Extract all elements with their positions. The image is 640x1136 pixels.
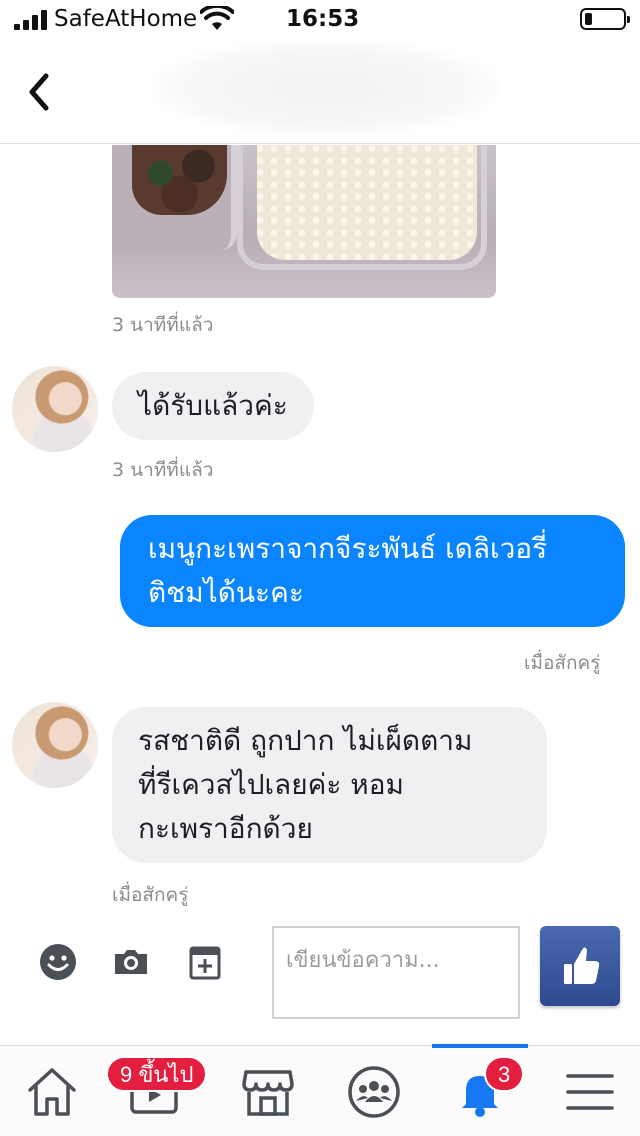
outgoing-message-bubble[interactable]: เมนูกะเพราจากจีระพันธ์ เดลิเวอรี่ ติชมได… (120, 515, 625, 627)
food-photo-message[interactable] (112, 145, 496, 298)
battery-icon (580, 8, 630, 30)
bottom-tab-bar: 9 ขึ้นไป 3 (0, 1044, 640, 1136)
notifications-badge: 3 (484, 1056, 525, 1092)
basil-stir-fry-image (132, 145, 227, 215)
incoming-message-bubble[interactable]: ได้รับแล้วค่ะ (112, 372, 314, 440)
like-button[interactable] (540, 926, 620, 1006)
conversation-thread[interactable]: 3 นาทีที่แล้ว ได้รับแล้วค่ะ 3 นาทีที่แล้… (0, 145, 640, 920)
carrier-name: SafeAtHome (54, 6, 198, 32)
tab-home[interactable] (24, 1064, 80, 1120)
camera-button[interactable] (111, 942, 151, 982)
shop-icon (242, 1070, 294, 1116)
status-time: 16:53 (286, 6, 360, 32)
message-input[interactable]: เขียนข้อความ... (272, 926, 520, 1019)
tab-groups[interactable] (346, 1064, 402, 1120)
watch-badge: 9 ขึ้นไป (106, 1056, 208, 1092)
message-timestamp: เมื่อสักครู่ (112, 884, 189, 906)
message-timestamp: เมื่อสักครู่ (524, 652, 601, 674)
active-tab-indicator (432, 1044, 528, 1048)
camera-icon (115, 950, 147, 974)
wifi-icon (200, 6, 234, 30)
message-timestamp: 3 นาทีที่แล้ว (112, 459, 214, 481)
incoming-message-bubble[interactable]: รสชาติดี ถูกปาก ไม่เผ็ดตาม ที่รีเควสไปเล… (112, 707, 547, 863)
add-media-button[interactable] (185, 942, 225, 982)
rice-image (257, 145, 477, 260)
status-bar: SafeAtHome 16:53 (0, 0, 640, 40)
conversation-header (0, 40, 640, 144)
message-composer: เขียนข้อความ... (0, 920, 640, 1045)
contact-avatar[interactable] (12, 366, 98, 452)
contact-avatar[interactable] (12, 702, 98, 788)
emoji-button[interactable] (38, 942, 78, 982)
back-button[interactable] (20, 70, 60, 114)
signal-icon (14, 10, 48, 30)
chevron-left-icon (29, 73, 49, 111)
menu-icon (566, 1074, 614, 1110)
tab-menu[interactable] (562, 1064, 618, 1120)
contact-name-blurred (150, 40, 500, 136)
message-timestamp: 3 นาทีที่แล้ว (112, 314, 214, 336)
message-input-placeholder: เขียนข้อความ... (286, 948, 440, 973)
groups-icon (348, 1066, 400, 1118)
emoji-icon (40, 944, 76, 980)
tab-marketplace[interactable] (240, 1064, 296, 1120)
thumbs-up-icon (564, 947, 600, 984)
add-media-icon (189, 946, 221, 980)
home-icon (28, 1068, 76, 1116)
